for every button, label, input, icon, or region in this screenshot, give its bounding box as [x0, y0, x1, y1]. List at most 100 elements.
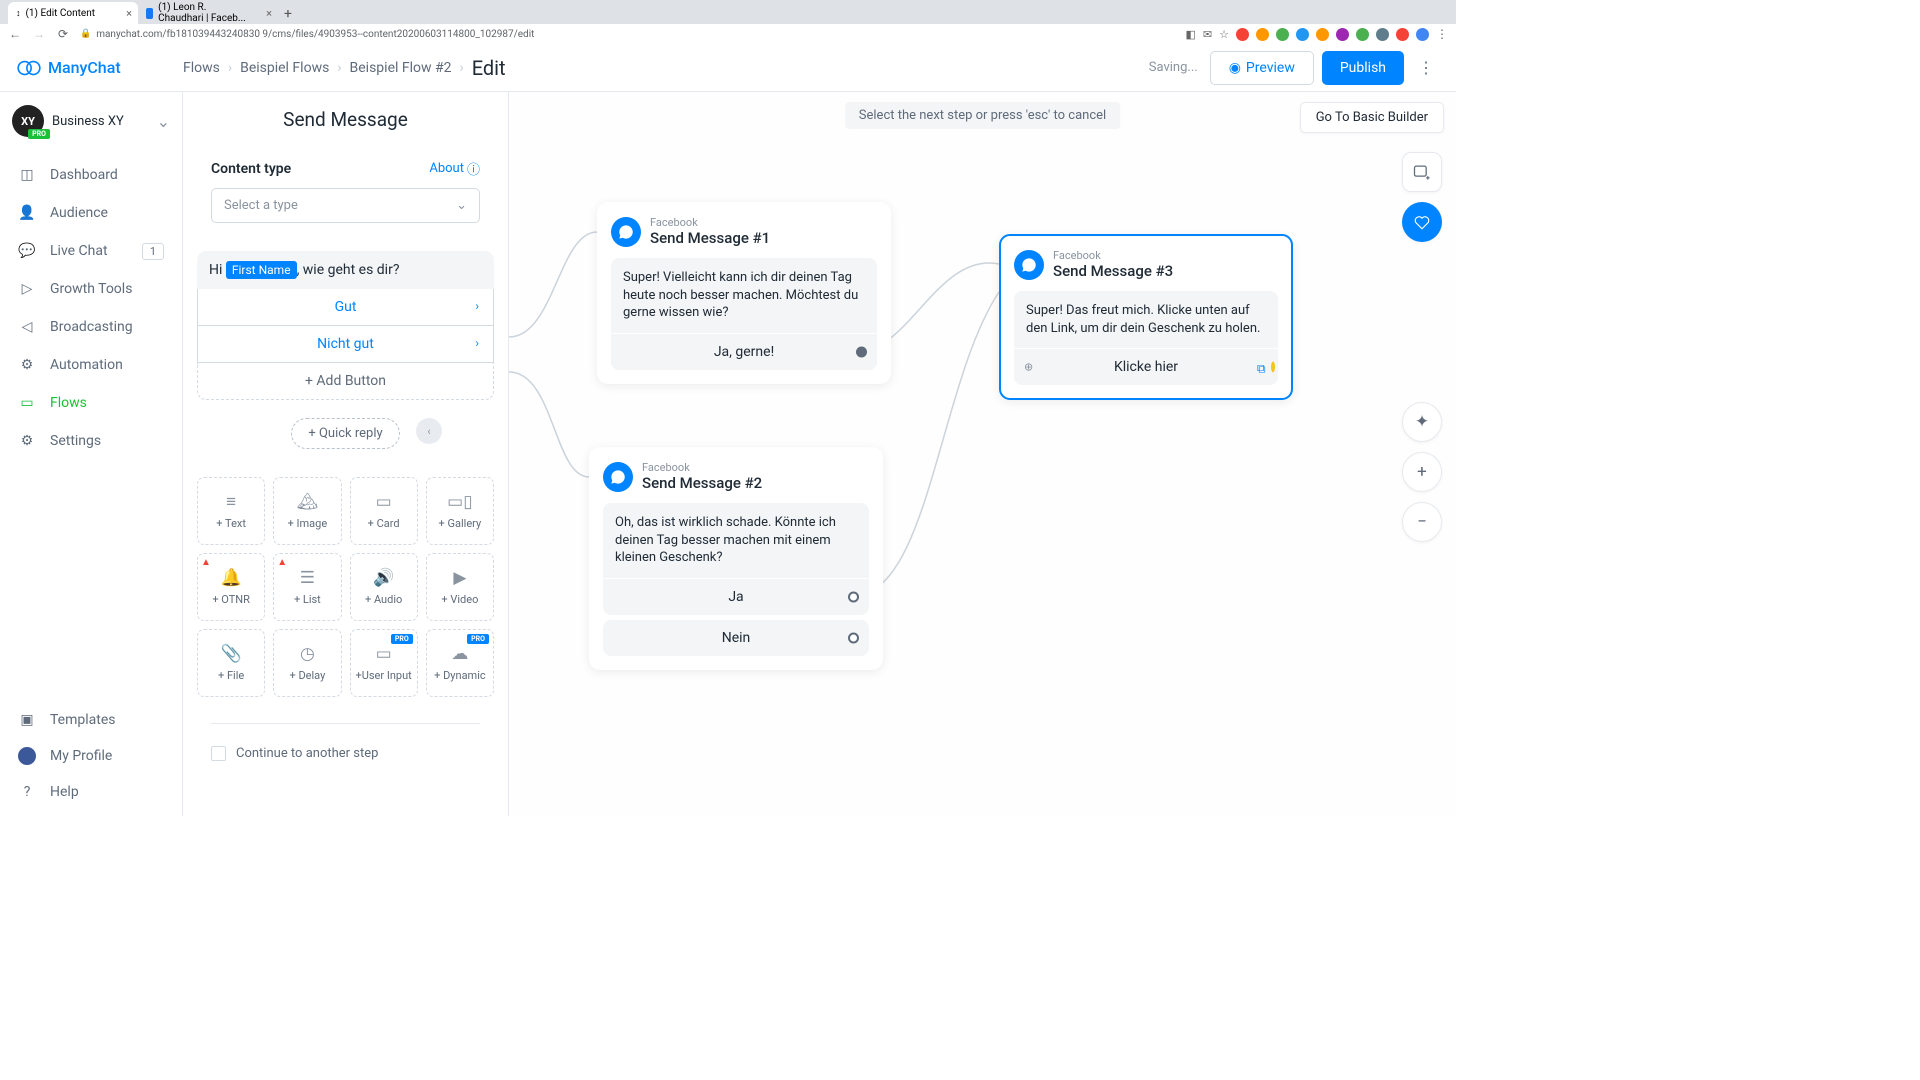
- ext-icon[interactable]: [1356, 28, 1369, 41]
- reply-button-gut[interactable]: Gut›: [197, 289, 494, 326]
- ext-icon[interactable]: ✉: [1203, 28, 1212, 41]
- card-icon: ▭: [376, 492, 392, 512]
- add-video-button[interactable]: ▶+ Video: [426, 553, 494, 621]
- add-text-button[interactable]: ≡+ Text: [197, 477, 265, 545]
- ext-icon[interactable]: ◧: [1186, 28, 1196, 41]
- health-button[interactable]: [1402, 202, 1442, 242]
- add-delay-button[interactable]: ◷+ Delay: [273, 629, 341, 697]
- broadcast-icon: ◁: [18, 318, 36, 336]
- account-selector[interactable]: XYPRO Business XY ⌄: [0, 92, 182, 150]
- continue-step-row[interactable]: Continue to another step: [183, 732, 508, 761]
- about-link[interactable]: About ⓘ: [429, 159, 480, 178]
- ext-icon[interactable]: [1236, 28, 1249, 41]
- growth-icon: ▷: [18, 280, 36, 298]
- ext-icon[interactable]: [1276, 28, 1289, 41]
- add-list-button[interactable]: ▲☰+ List: [273, 553, 341, 621]
- zoom-in-button[interactable]: +: [1402, 452, 1442, 492]
- add-otnr-button[interactable]: ▲🔔+ OTNR: [197, 553, 265, 621]
- reply-button-nichtgut[interactable]: Nicht gut›: [197, 326, 494, 363]
- add-button[interactable]: + Add Button: [197, 363, 494, 400]
- zoom-out-button[interactable]: −: [1402, 502, 1442, 542]
- sidebar-item-flows[interactable]: ▭Flows: [0, 384, 182, 422]
- sidebar-item-automation[interactable]: ⚙Automation: [0, 346, 182, 384]
- sidebar-item-profile[interactable]: My Profile: [0, 738, 182, 774]
- output-port[interactable]: [848, 591, 859, 602]
- add-quick-reply-button[interactable]: + Quick reply: [291, 418, 399, 449]
- editor-title: Send Message: [183, 108, 508, 131]
- browser-tab-2[interactable]: (1) Leon R. Chaudhari | Faceb...×: [138, 2, 278, 24]
- sidebar-item-help[interactable]: ?Help: [0, 774, 182, 810]
- image-icon: 🏔: [297, 492, 319, 512]
- globe-icon: ⊕: [1024, 361, 1033, 374]
- ext-icon[interactable]: [1376, 28, 1389, 41]
- menu-icon[interactable]: ⋮: [1436, 27, 1448, 41]
- ext-icon[interactable]: [1296, 28, 1309, 41]
- chevron-down-icon: ⌄: [456, 198, 467, 213]
- new-tab-button[interactable]: +: [278, 4, 298, 24]
- add-userinput-button[interactable]: PRO▭+User Input: [350, 629, 418, 697]
- output-port[interactable]: [848, 632, 859, 643]
- ext-icon[interactable]: [1396, 28, 1409, 41]
- variable-chip[interactable]: First Name: [226, 261, 297, 279]
- sidebar-item-broadcasting[interactable]: ◁Broadcasting: [0, 308, 182, 346]
- basic-builder-button[interactable]: Go To Basic Builder: [1300, 102, 1444, 133]
- saving-status: Saving...: [1149, 60, 1198, 75]
- add-node-button[interactable]: [1402, 152, 1442, 192]
- breadcrumb-folder[interactable]: Beispiel Flows: [240, 60, 329, 76]
- sidebar-item-templates[interactable]: ▣Templates: [0, 702, 182, 738]
- auto-arrange-button[interactable]: ✦: [1402, 402, 1442, 442]
- add-gallery-button[interactable]: ▭▯+ Gallery: [426, 477, 494, 545]
- reload-icon[interactable]: ⟳: [56, 27, 70, 41]
- continue-checkbox[interactable]: [211, 746, 226, 761]
- node-button-ja-gerne[interactable]: Ja, gerne!: [611, 334, 877, 370]
- breadcrumb-flow[interactable]: Beispiel Flow #2: [350, 60, 452, 76]
- back-icon[interactable]: ←: [8, 27, 22, 41]
- output-port[interactable]: [1271, 362, 1275, 373]
- ext-icon[interactable]: [1316, 28, 1329, 41]
- close-icon[interactable]: ×: [126, 7, 132, 20]
- sidebar-item-settings[interactable]: ⚙Settings: [0, 422, 182, 460]
- quick-reply-prev-button[interactable]: ‹: [416, 418, 442, 444]
- heart-pulse-icon: [1413, 213, 1431, 231]
- ext-icon[interactable]: [1256, 28, 1269, 41]
- ext-icon[interactable]: [1336, 28, 1349, 41]
- link-icon: ⧉: [1257, 362, 1266, 373]
- publish-button[interactable]: Publish: [1322, 51, 1404, 85]
- node-message: Oh, das ist wirklich schade. Könnte ich …: [603, 503, 869, 578]
- flow-canvas[interactable]: Select the next step or press 'esc' to c…: [509, 92, 1456, 816]
- output-port[interactable]: [856, 346, 867, 357]
- avatar-icon[interactable]: [1416, 28, 1429, 41]
- dashboard-icon: ◫: [18, 166, 36, 184]
- flow-node-send-message-3[interactable]: FacebookSend Message #3 Super! Das freut…: [999, 234, 1293, 400]
- bell-icon: 🔔: [221, 568, 242, 588]
- node-button-nein[interactable]: Nein: [603, 620, 869, 656]
- flow-node-send-message-1[interactable]: FacebookSend Message #1 Super! Vielleich…: [597, 202, 891, 384]
- node-button-ja[interactable]: Ja: [603, 579, 869, 615]
- sidebar-item-growth[interactable]: ▷Growth Tools: [0, 270, 182, 308]
- breadcrumb-flows[interactable]: Flows: [183, 60, 220, 76]
- star-icon[interactable]: ☆: [1219, 28, 1229, 41]
- browser-tab-1[interactable]: ↕(1) Edit Content×: [8, 2, 138, 24]
- help-icon: ?: [18, 783, 36, 801]
- node-title: Send Message #1: [650, 229, 770, 247]
- forward-icon[interactable]: →: [32, 27, 46, 41]
- sidebar-item-audience[interactable]: 👤Audience: [0, 194, 182, 232]
- sidebar-item-dashboard[interactable]: ◫Dashboard: [0, 156, 182, 194]
- close-icon[interactable]: ×: [266, 7, 272, 20]
- add-card-button[interactable]: ▭+ Card: [350, 477, 418, 545]
- message-text-editor[interactable]: Hi First Name, wie geht es dir?: [197, 251, 494, 289]
- sidebar-item-livechat[interactable]: 💬Live Chat1: [0, 232, 182, 270]
- audience-icon: 👤: [18, 204, 36, 222]
- content-type-select[interactable]: Select a type ⌄: [211, 188, 480, 223]
- url-input[interactable]: 🔒manychat.com/fb181039443240830 9/cms/fi…: [80, 29, 1176, 40]
- add-image-button[interactable]: 🏔+ Image: [273, 477, 341, 545]
- add-dynamic-button[interactable]: PRO☁+ Dynamic: [426, 629, 494, 697]
- add-card-icon: [1412, 162, 1432, 182]
- more-menu-button[interactable]: ⋮: [1412, 51, 1440, 85]
- node-button-klicke-hier[interactable]: ⊕ Klicke hier ⧉: [1014, 349, 1278, 385]
- preview-button[interactable]: ◉Preview: [1210, 51, 1314, 85]
- add-file-button[interactable]: 📎+ File: [197, 629, 265, 697]
- add-audio-button[interactable]: 🔊+ Audio: [350, 553, 418, 621]
- logo[interactable]: ManyChat: [16, 55, 183, 81]
- flow-node-send-message-2[interactable]: FacebookSend Message #2 Oh, das ist wirk…: [589, 447, 883, 670]
